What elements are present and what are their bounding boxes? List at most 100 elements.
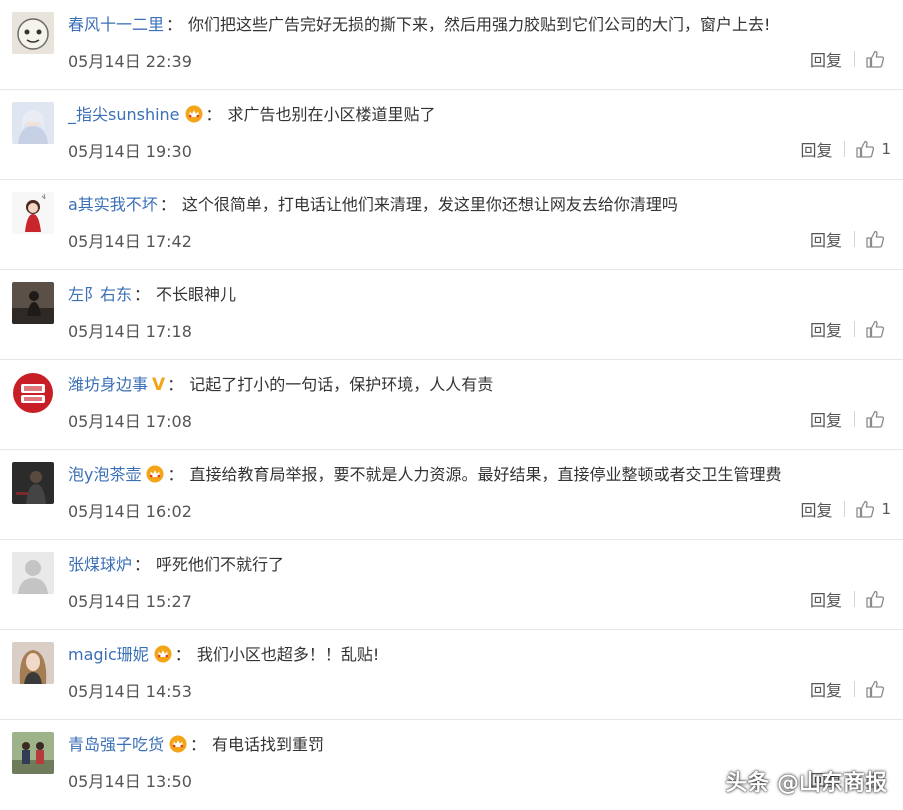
- thumbs-up-icon: [856, 140, 875, 158]
- avatar[interactable]: [12, 192, 54, 234]
- comment-actions: 回复 1: [800, 496, 891, 522]
- comment-text: 这个很简单，打电话让他们来清理，发这里你还想让网友去给你清理吗: [181, 195, 678, 214]
- colon: ：: [167, 465, 184, 484]
- like-button[interactable]: [865, 49, 891, 69]
- comment-actions: 回复: [810, 316, 891, 342]
- comment-date: 05月14日 15:27: [68, 592, 192, 611]
- watermark: 头条 @山东商报: [725, 771, 887, 796]
- reply-button[interactable]: 回复: [810, 47, 854, 71]
- divider: [854, 231, 855, 247]
- comment-text: 记起了打小的一句话，保护环境，人人有责: [189, 375, 494, 394]
- like-button[interactable]: [865, 319, 891, 339]
- like-button[interactable]: [865, 229, 891, 249]
- comment-item: 泡y泡茶壶 ： 直接给教育局举报，要不就是人力资源。最好结果，直接停业整顿或者交卫生…: [0, 450, 903, 540]
- comment-item: 潍坊身边事 V：记起了打小的一句话，保护环境，人人有责 05月14日 17:08 …: [0, 360, 903, 450]
- thumbs-up-icon: [866, 50, 885, 68]
- comment-text: 求广告也别在小区楼道里贴了: [227, 105, 436, 124]
- vip-crown-icon: [145, 465, 165, 483]
- thumbs-up-icon: [866, 680, 885, 698]
- comment-actions: 回复: [810, 586, 891, 612]
- comment-actions: 回复: [810, 406, 891, 432]
- reply-button[interactable]: 回复: [810, 587, 854, 611]
- colon: ：: [167, 375, 184, 394]
- comment-date: 05月14日 22:39: [68, 52, 192, 71]
- username-link[interactable]: 潍坊身边事: [68, 375, 148, 394]
- like-count: 1: [881, 500, 891, 518]
- divider: [844, 141, 846, 157]
- comment-line: 泡y泡茶壶 ： 直接给教育局举报，要不就是人力资源。最好结果，直接停业整顿或者交卫生…: [68, 464, 893, 486]
- username-link[interactable]: 左阝右东: [68, 285, 132, 304]
- thumbs-up-icon: [866, 320, 885, 338]
- colon: ：: [134, 555, 151, 574]
- reply-button[interactable]: 回复: [810, 227, 854, 251]
- username-link[interactable]: 青岛强子吃货: [68, 735, 164, 754]
- avatar[interactable]: [12, 552, 54, 594]
- verified-v-icon: V: [152, 375, 166, 395]
- comment-item: a其实我不坏： 这个很简单，打电话让他们来清理，发这里你还想让网友去给你清理吗 0…: [0, 180, 903, 270]
- like-button[interactable]: [865, 679, 891, 699]
- reply-button[interactable]: 回复: [810, 407, 854, 431]
- comment-line: a其实我不坏： 这个很简单，打电话让他们来清理，发这里你还想让网友去给你清理吗: [68, 194, 893, 216]
- reply-button[interactable]: 回复: [810, 677, 854, 701]
- comment-line: 春风十一二里： 你们把这些广告完好无损的撕下来，然后用强力胶贴到它们公司的大门，窗…: [68, 14, 893, 36]
- like-button[interactable]: 1: [855, 499, 891, 519]
- username-link[interactable]: 春风十一二里: [68, 15, 164, 34]
- comment-date: 05月14日 17:18: [68, 322, 192, 341]
- comment-date: 05月14日 19:30: [68, 142, 192, 161]
- comment-text: 不长眼神儿: [156, 285, 237, 304]
- vip-crown-icon: [184, 105, 204, 123]
- avatar[interactable]: [12, 732, 54, 774]
- comment-line: 张煤球炉： 呼死他们不就行了: [68, 554, 893, 576]
- comment-item: 左阝右东： 不长眼神儿 05月14日 17:18 回复: [0, 270, 903, 360]
- comment-date: 05月14日 16:02: [68, 502, 192, 521]
- comment-text: 有电话找到重罚: [212, 735, 325, 754]
- avatar[interactable]: [12, 282, 54, 324]
- thumbs-up-icon: [866, 230, 885, 248]
- like-button[interactable]: [865, 409, 891, 429]
- colon: ：: [166, 15, 183, 34]
- comment-item: magic珊妮 ： 我们小区也超多！！乱贴! 05月14日 14:53 回复: [0, 630, 903, 720]
- vip-crown-icon: [168, 735, 188, 753]
- username-link[interactable]: 泡y泡茶壶: [68, 465, 141, 484]
- comment-date: 05月14日 17:08: [68, 412, 192, 431]
- divider: [854, 51, 855, 67]
- avatar[interactable]: [12, 642, 54, 684]
- reply-button[interactable]: 回复: [800, 497, 844, 521]
- comment-line: _指尖sunshine ： 求广告也别在小区楼道里贴了: [68, 104, 893, 126]
- avatar[interactable]: [12, 12, 54, 54]
- colon: ：: [174, 645, 191, 664]
- reply-button[interactable]: 回复: [800, 137, 844, 161]
- comment-actions: 回复 1: [800, 136, 891, 162]
- colon: ：: [190, 735, 207, 754]
- avatar[interactable]: [12, 102, 54, 144]
- username-link[interactable]: _指尖sunshine: [68, 105, 180, 124]
- reply-button[interactable]: 回复: [810, 317, 854, 341]
- thumbs-up-icon: [866, 590, 885, 608]
- username-link[interactable]: 张煤球炉: [68, 555, 132, 574]
- comment-text: 直接给教育局举报，要不就是人力资源。最好结果，直接停业整顿或者交卫生管理费: [189, 465, 782, 484]
- username-link[interactable]: a其实我不坏: [68, 195, 158, 214]
- comment-actions: 回复: [810, 676, 891, 702]
- colon: ：: [159, 195, 176, 214]
- comment-line: magic珊妮 ： 我们小区也超多！！乱贴!: [68, 644, 893, 666]
- avatar[interactable]: [12, 462, 54, 504]
- like-count: 1: [881, 140, 891, 158]
- comment-text: 你们把这些广告完好无损的撕下来，然后用强力胶贴到它们公司的大门，窗户上去!: [188, 15, 771, 34]
- comment-date: 05月14日 17:42: [68, 232, 192, 251]
- comment-date: 05月14日 14:53: [68, 682, 192, 701]
- comment-line: 青岛强子吃货 ： 有电话找到重罚: [68, 734, 893, 756]
- comment-item: 张煤球炉： 呼死他们不就行了 05月14日 15:27 回复: [0, 540, 903, 630]
- comment-line: 左阝右东： 不长眼神儿: [68, 284, 893, 306]
- like-button[interactable]: 1: [855, 139, 891, 159]
- comment-actions: 回复: [810, 226, 891, 252]
- thumbs-up-icon: [856, 500, 875, 518]
- divider: [854, 411, 855, 427]
- vip-crown-icon: [153, 645, 173, 663]
- comment-text: 呼死他们不就行了: [156, 555, 285, 574]
- like-button[interactable]: [865, 589, 891, 609]
- divider: [854, 591, 855, 607]
- avatar[interactable]: [12, 372, 54, 414]
- username-link[interactable]: magic珊妮: [68, 645, 149, 664]
- colon: ：: [134, 285, 151, 304]
- colon: ：: [205, 105, 222, 124]
